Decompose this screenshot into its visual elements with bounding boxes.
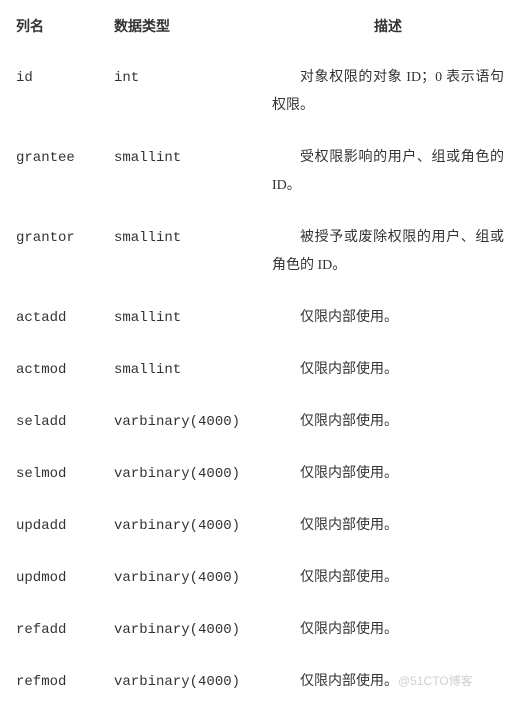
cell-description: 受权限影响的用户、组或角色的 ID。: [268, 134, 508, 214]
table-row: refaddvarbinary(4000)仅限内部使用。: [12, 606, 508, 658]
table-row: seladdvarbinary(4000)仅限内部使用。: [12, 398, 508, 450]
cell-column-name: grantee: [12, 134, 110, 214]
cell-data-type: int: [110, 54, 268, 134]
cell-column-name: refmod: [12, 658, 110, 710]
table-row: actmodsmallint仅限内部使用。: [12, 346, 508, 398]
cell-column-name: selmod: [12, 450, 110, 502]
cell-data-type: smallint: [110, 134, 268, 214]
cell-data-type: varbinary(4000): [110, 450, 268, 502]
table-row: idint对象权限的对象 ID；0 表示语句权限。: [12, 54, 508, 134]
table-row: granteesmallint受权限影响的用户、组或角色的 ID。: [12, 134, 508, 214]
cell-data-type: varbinary(4000): [110, 658, 268, 710]
cell-data-type: smallint: [110, 294, 268, 346]
cell-column-name: grantor: [12, 214, 110, 294]
cell-description: 仅限内部使用。: [268, 450, 508, 502]
cell-data-type: varbinary(4000): [110, 502, 268, 554]
watermark-text: @51CTO博客: [398, 674, 473, 688]
cell-description: 仅限内部使用。: [268, 346, 508, 398]
cell-column-name: seladd: [12, 398, 110, 450]
table-row: selmodvarbinary(4000)仅限内部使用。: [12, 450, 508, 502]
cell-data-type: varbinary(4000): [110, 606, 268, 658]
table-row: updaddvarbinary(4000)仅限内部使用。: [12, 502, 508, 554]
table-row: refmodvarbinary(4000)仅限内部使用。@51CTO博客: [12, 658, 508, 710]
header-data-type: 数据类型: [110, 10, 268, 54]
header-column-name: 列名: [12, 10, 110, 54]
cell-data-type: smallint: [110, 214, 268, 294]
schema-table: 列名 数据类型 描述 idint对象权限的对象 ID；0 表示语句权限。gran…: [12, 10, 508, 710]
cell-column-name: actmod: [12, 346, 110, 398]
cell-description: 仅限内部使用。: [268, 554, 508, 606]
header-description: 描述: [268, 10, 508, 54]
cell-description: 被授予或废除权限的用户、组或角色的 ID。: [268, 214, 508, 294]
cell-description: 仅限内部使用。: [268, 294, 508, 346]
cell-column-name: id: [12, 54, 110, 134]
cell-data-type: varbinary(4000): [110, 398, 268, 450]
cell-description: 仅限内部使用。: [268, 398, 508, 450]
table-row: updmodvarbinary(4000)仅限内部使用。: [12, 554, 508, 606]
table-row: grantorsmallint被授予或废除权限的用户、组或角色的 ID。: [12, 214, 508, 294]
cell-description: 仅限内部使用。: [268, 606, 508, 658]
cell-description: 仅限内部使用。: [268, 502, 508, 554]
cell-description: 仅限内部使用。@51CTO博客: [268, 658, 508, 710]
cell-column-name: actadd: [12, 294, 110, 346]
cell-column-name: refadd: [12, 606, 110, 658]
header-row: 列名 数据类型 描述: [12, 10, 508, 54]
cell-data-type: varbinary(4000): [110, 554, 268, 606]
table-row: actaddsmallint仅限内部使用。: [12, 294, 508, 346]
cell-column-name: updadd: [12, 502, 110, 554]
cell-description: 对象权限的对象 ID；0 表示语句权限。: [268, 54, 508, 134]
cell-data-type: smallint: [110, 346, 268, 398]
cell-column-name: updmod: [12, 554, 110, 606]
